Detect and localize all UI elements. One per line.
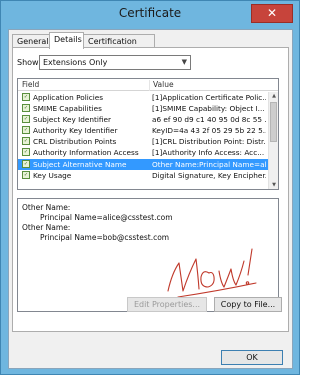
list-item-field: Authority Key Identifier — [33, 126, 118, 136]
list-item-value: Other Name:Principal Name=al... — [152, 159, 266, 169]
edit-properties-button[interactable]: Edit Properties... — [127, 297, 207, 312]
show-select-value: Extensions Only — [43, 58, 108, 67]
list-item[interactable]: ✓ Application Policies [1]Application Cert… — [18, 92, 268, 103]
list-item-value: [1]SMIME Capability: Object I... — [152, 104, 265, 114]
scroll-thumb[interactable] — [270, 102, 277, 142]
scroll-up-icon[interactable]: ▲ — [269, 92, 278, 101]
list-item-field: Subject Key Identifier — [33, 115, 112, 125]
list-item-value: KeyID=4a 43 2f 05 29 5b 22 5... — [152, 126, 266, 136]
list-scrollbar[interactable]: ▲ ▼ — [268, 92, 278, 189]
list-item-value: a6 ef 90 d9 c1 40 95 0d 8c 55 ... — [152, 115, 266, 125]
certificate-extension-icon: ✓ — [22, 137, 30, 146]
list-header: Field Value — [18, 79, 278, 91]
list-item[interactable]: ✓ Key Usage Digital Signature, Key Enciphe… — [18, 170, 268, 181]
certificate-extension-icon: ✓ — [22, 104, 30, 113]
list-item-value: [1]CRL Distribution Point: Distr... — [152, 137, 266, 147]
list-item-value: [1]Application Certificate Polic... — [152, 93, 266, 102]
handwritten-scribble — [167, 248, 257, 298]
certificate-extension-icon: ✓ — [22, 126, 30, 135]
tab-details[interactable]: Details — [49, 32, 84, 49]
column-header-field[interactable]: Field — [22, 80, 39, 89]
chevron-down-icon: ▼ — [181, 58, 187, 66]
title-bar[interactable]: Certificate ✕ — [1, 1, 299, 29]
certificate-extension-icon: ✓ — [22, 159, 30, 168]
list-item-value: [1]Authority Info Access: Acc... — [152, 148, 265, 158]
list-item[interactable]: ✓ SMIME Capabilities [1]SMIME Capability: … — [18, 103, 268, 114]
close-icon: ✕ — [266, 6, 278, 20]
list-item-field: Key Usage — [33, 170, 72, 180]
scroll-down-icon[interactable]: ▼ — [269, 181, 278, 189]
tab-certification-path[interactable]: Certification Path — [83, 34, 155, 59]
list-item-field: CRL Distribution Points — [33, 137, 117, 147]
show-select[interactable]: Extensions Only ▼ — [39, 55, 191, 70]
certificate-extension-icon: ✓ — [22, 93, 30, 101]
list-item[interactable]: ✓ Authority Information Access [1]Authorit… — [18, 147, 268, 158]
fields-list[interactable]: Field Value ✓ Application Policies [1]Appl… — [17, 78, 279, 190]
certificate-extension-icon: ✓ — [22, 170, 30, 179]
list-item[interactable]: ✓ Subject Key Identifier a6 ef 90 d9 c1 40… — [18, 114, 268, 125]
ok-button[interactable]: OK — [221, 350, 283, 365]
list-item-field: Application Policies — [33, 93, 104, 102]
list-item-field: Subject Alternative Name — [33, 159, 127, 169]
tab-general[interactable]: General — [12, 34, 50, 48]
list-item[interactable]: ✓ Authority Key Identifier KeyID=4a 43 2f … — [18, 125, 268, 136]
list-item-value: Digital Signature, Key Encipher... — [152, 170, 266, 180]
copy-to-file-button[interactable]: Copy to File... — [214, 297, 282, 312]
column-header-value[interactable]: Value — [149, 80, 174, 91]
list-item-field: Authority Information Access — [33, 148, 139, 158]
list-rows: ✓ Application Policies [1]Application Cert… — [18, 92, 268, 181]
list-item-field: SMIME Capabilities — [33, 104, 102, 114]
certificate-extension-icon: ✓ — [22, 148, 30, 157]
show-label: Show: — [17, 58, 41, 67]
close-button[interactable]: ✕ — [251, 4, 293, 23]
field-detail-box[interactable]: Other Name: Principal Name=alice@csstest… — [17, 198, 279, 312]
certificate-extension-icon: ✓ — [22, 115, 30, 124]
dialog-client-area: General Details Certification Path Show:… — [8, 29, 293, 369]
list-item[interactable]: ✓ Subject Alternative Name Other Name:Prin… — [18, 158, 268, 170]
list-item[interactable]: ✓ CRL Distribution Points [1]CRL Distribut… — [18, 136, 268, 147]
certificate-window: Certificate ✕ General Details Certificat… — [0, 0, 300, 375]
